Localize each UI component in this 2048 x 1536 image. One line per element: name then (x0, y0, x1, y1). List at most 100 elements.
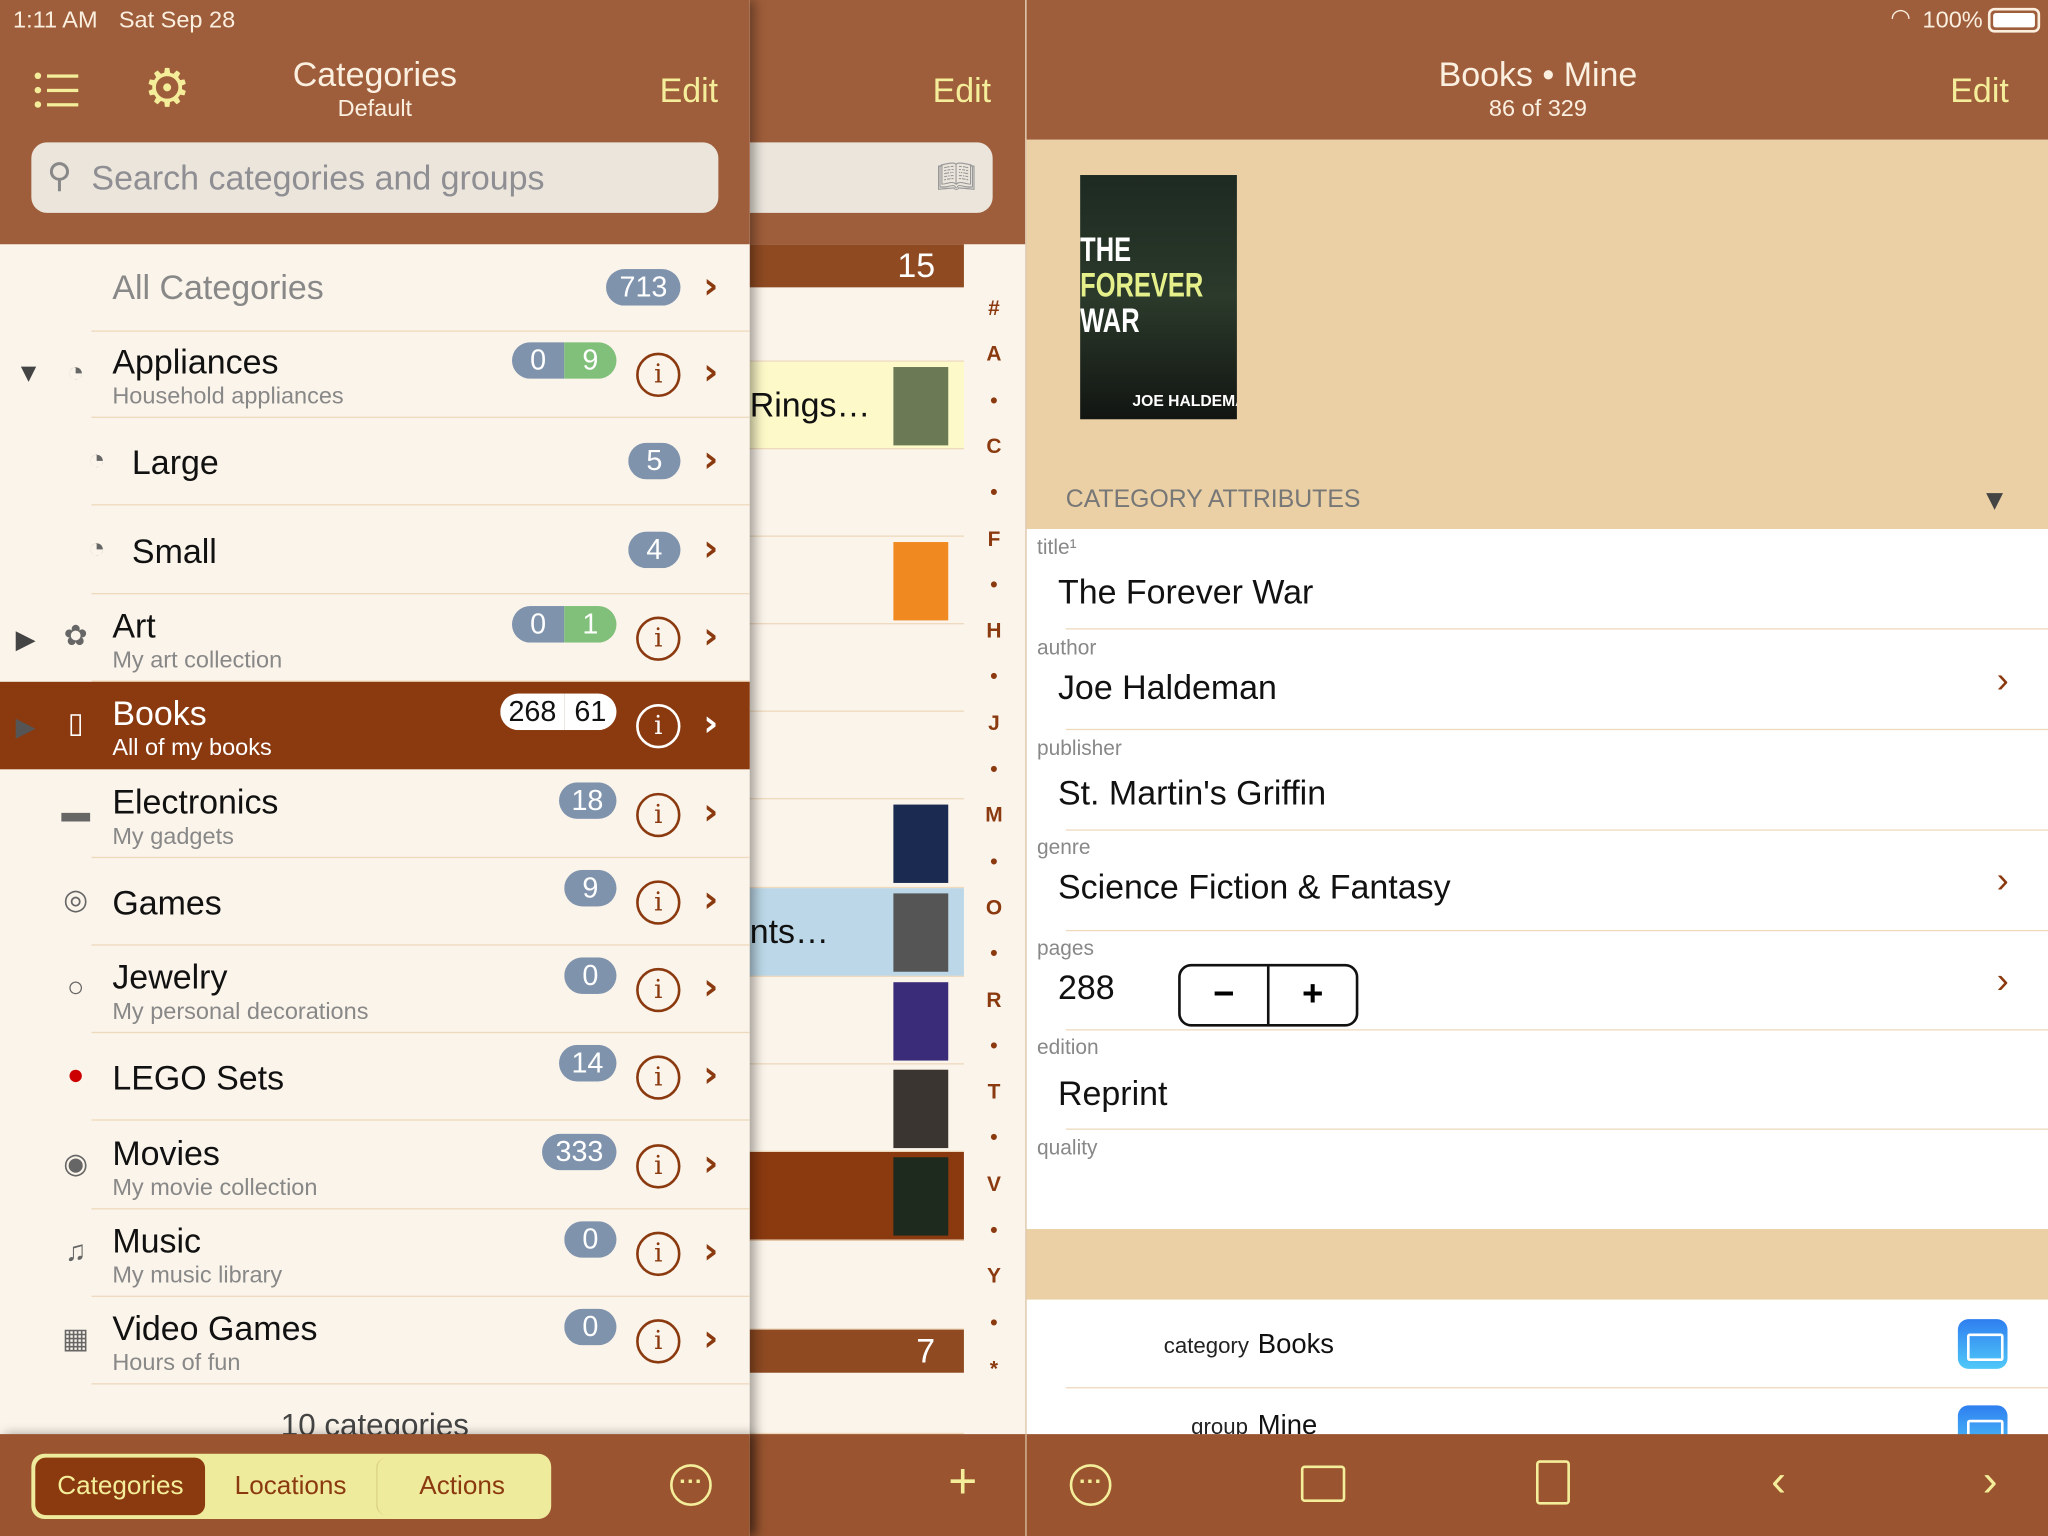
tag-icon[interactable] (1300, 1465, 1346, 1503)
index-letter[interactable]: R (980, 989, 1009, 1013)
info-icon[interactable]: i (636, 352, 681, 398)
chevron-right-icon[interactable]: › (703, 264, 718, 307)
increment-button[interactable]: + (1270, 967, 1356, 1024)
segment-locations[interactable]: Locations (205, 1458, 375, 1515)
category-row[interactable]: ● LEGO Sets 14 i › (0, 1034, 750, 1122)
add-icon[interactable]: + (948, 1455, 977, 1511)
index-letter[interactable]: T (980, 1082, 1009, 1106)
chevron-right-icon[interactable]: › (1997, 660, 2009, 702)
info-icon[interactable]: i (636, 1143, 681, 1189)
chevron-right-icon[interactable]: › (703, 1053, 718, 1096)
category-row[interactable]: ▶ ✿ Art My art collection 0 1 i › (0, 594, 750, 682)
segment-actions[interactable]: Actions (375, 1457, 548, 1516)
chevron-right-icon[interactable]: › (703, 438, 718, 481)
category-row[interactable]: ▶ ▯ Books All of my books 268 61 i › (0, 682, 750, 770)
previous-icon[interactable]: ‹ (1771, 1456, 1786, 1507)
index-letter[interactable]: F (980, 528, 1009, 552)
info-icon[interactable]: i (636, 967, 681, 1013)
category-row[interactable]: ◎ Games 9 i › (0, 858, 750, 946)
item-row[interactable]: nts… (749, 888, 964, 977)
gear-icon[interactable]: ⚙ (144, 63, 191, 115)
index-letter[interactable]: • (980, 482, 1009, 506)
chevron-right-icon[interactable]: › (703, 526, 718, 569)
pages-field[interactable]: 288 (1058, 968, 1115, 1008)
index-letter[interactable]: • (980, 574, 1009, 598)
index-letter[interactable]: C (980, 436, 1009, 460)
index-letter[interactable]: Y (980, 1266, 1009, 1290)
index-letter[interactable]: • (980, 1220, 1009, 1244)
publisher-field[interactable]: St. Martin's Griffin (1058, 773, 1326, 813)
search-input[interactable]: ⚲ Search categories and groups (31, 142, 719, 213)
item-row[interactable] (749, 1151, 964, 1241)
genre-field[interactable]: Science Fiction & Fantasy (1058, 867, 1451, 907)
index-letter[interactable]: • (980, 1035, 1009, 1059)
category-row[interactable]: ♫ Music My music library 0 i › (0, 1209, 750, 1297)
chevron-right-icon[interactable]: › (703, 1229, 718, 1272)
chevron-right-icon[interactable]: › (1997, 960, 2009, 1002)
category-row[interactable]: ▼ ◔ Appliances Household appliances 0 9 i › (0, 330, 750, 418)
item-row[interactable] (749, 799, 964, 889)
item-row[interactable] (749, 449, 964, 537)
edit-button[interactable]: Edit (660, 71, 719, 111)
index-letter[interactable]: • (980, 943, 1009, 967)
chevron-right-icon[interactable]: › (703, 350, 718, 393)
list-menu-icon[interactable] (34, 71, 79, 110)
list-search-field[interactable]: 📖︎ (749, 142, 993, 213)
index-letter[interactable]: V (980, 1174, 1009, 1198)
item-row[interactable] (749, 624, 964, 712)
index-letter[interactable]: • (980, 667, 1009, 691)
category-row[interactable]: ◉ Movies My movie collection 333 i › (0, 1122, 750, 1210)
chevron-right-icon[interactable]: › (703, 702, 718, 745)
item-row[interactable] (749, 977, 964, 1065)
info-icon[interactable]: i (636, 1319, 681, 1364)
category-row[interactable]: ○ Jewelry My personal decorations 0 i › (0, 946, 750, 1034)
index-letter[interactable]: • (980, 1312, 1009, 1336)
chevron-right-icon[interactable]: › (703, 614, 718, 657)
index-letter[interactable]: • (980, 759, 1009, 783)
disclosure-collapsed-icon[interactable]: ▶ (16, 623, 36, 656)
chevron-right-icon[interactable]: › (1997, 859, 2009, 901)
more-icon[interactable]: ··· (1069, 1464, 1112, 1506)
decrement-button[interactable]: − (1181, 966, 1270, 1024)
segment-categories[interactable]: Categories (35, 1457, 206, 1516)
item-row[interactable] (749, 1241, 964, 1330)
info-icon[interactable]: i (636, 880, 681, 925)
folder-icon[interactable] (1957, 1319, 2008, 1369)
index-letter[interactable]: • (980, 1128, 1009, 1152)
edition-field[interactable]: Reprint (1058, 1074, 1167, 1114)
index-letter[interactable]: M (980, 805, 1009, 829)
info-icon[interactable]: i (636, 704, 681, 749)
disclosure-expanded-icon[interactable]: ▼ (16, 359, 42, 389)
list-edit-button[interactable]: Edit (933, 71, 992, 111)
book-cover-image[interactable]: THEFOREVERWAR JOE HALDEMAN (1080, 175, 1237, 420)
info-icon[interactable]: i (636, 616, 681, 661)
index-letter[interactable]: A (980, 344, 1009, 368)
item-row[interactable] (749, 712, 964, 800)
more-icon[interactable]: ··· (670, 1464, 712, 1506)
item-row[interactable] (749, 1064, 964, 1152)
item-row[interactable] (749, 1371, 964, 1435)
chevron-right-icon[interactable]: › (703, 965, 718, 1008)
category-row[interactable]: ◔ Small 4 › (0, 506, 750, 594)
index-letter[interactable]: • (980, 390, 1009, 414)
book-icon[interactable]: 📖︎ (936, 158, 976, 196)
index-letter[interactable]: O (980, 897, 1009, 921)
index-letter[interactable]: J (980, 713, 1009, 737)
item-row[interactable]: Rings… (749, 361, 964, 450)
chevron-right-icon[interactable]: › (703, 877, 718, 920)
index-letter[interactable]: # (980, 298, 1009, 322)
next-icon[interactable]: › (1983, 1456, 1998, 1507)
info-icon[interactable]: i (636, 1055, 681, 1101)
item-row[interactable] (749, 537, 964, 625)
chevron-right-icon[interactable]: › (703, 1317, 718, 1360)
index-letter[interactable]: • (980, 851, 1009, 875)
all-categories-row[interactable]: All Categories 713 › (0, 244, 750, 332)
index-letter[interactable]: H (980, 621, 1009, 645)
category-row[interactable]: ▦ Video Games Hours of fun 0 i › (0, 1297, 750, 1385)
copy-icon[interactable] (1535, 1460, 1570, 1505)
chevron-right-icon[interactable]: › (703, 1141, 718, 1184)
category-row[interactable]: ▬ Electronics My gadgets 18 i › (0, 770, 750, 858)
chevron-right-icon[interactable]: › (703, 790, 718, 833)
info-icon[interactable]: i (636, 792, 681, 837)
collapse-triangle-icon[interactable]: ▼ (1980, 483, 2008, 517)
